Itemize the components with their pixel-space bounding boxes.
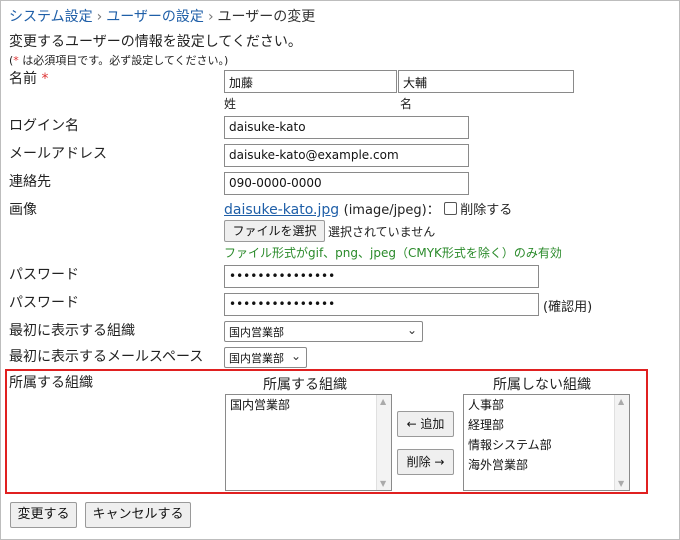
scroll-up-icon: ▲ bbox=[618, 397, 625, 406]
first-org-value: 国内営業部 bbox=[229, 326, 284, 339]
first-org-label: 最初に表示する組織 bbox=[9, 323, 135, 339]
scroll-down-icon: ▼ bbox=[380, 479, 387, 488]
member-orgs-heading: 所属する組織 bbox=[263, 377, 347, 393]
nonmember-orgs-heading: 所属しない組織 bbox=[493, 377, 591, 393]
no-file-text: 選択されていません bbox=[328, 225, 436, 239]
delete-image-label: 削除する bbox=[460, 203, 513, 218]
last-name-input[interactable]: 加藤 bbox=[224, 70, 397, 93]
list-item[interactable]: 海外営業部 bbox=[464, 455, 629, 475]
contact-label: 連絡先 bbox=[9, 174, 51, 190]
last-name-caption: 姓 bbox=[224, 97, 237, 111]
email-input[interactable]: daisuke-kato@example.com bbox=[224, 144, 469, 167]
image-label: 画像 bbox=[9, 202, 37, 218]
first-name-input[interactable]: 大輔 bbox=[398, 70, 574, 93]
nonmember-orgs-list[interactable]: 人事部 経理部 情報システム部 海外営業部 ▲ ▼ bbox=[463, 394, 630, 491]
cancel-button[interactable]: キャンセルする bbox=[85, 502, 191, 528]
required-mark: * bbox=[41, 71, 49, 87]
chevron-down-icon: ⌄ bbox=[406, 323, 417, 337]
first-name-caption: 名 bbox=[400, 97, 413, 111]
add-org-button[interactable]: ← 追加 bbox=[397, 411, 454, 437]
image-file-type: (image/jpeg)： bbox=[343, 203, 440, 218]
image-file-link[interactable]: daisuke-kato.jpg bbox=[224, 202, 339, 218]
scroll-up-icon: ▲ bbox=[380, 397, 387, 406]
login-label: ログイン名 bbox=[9, 118, 79, 134]
first-mail-space-value: 国内営業部 bbox=[229, 352, 284, 365]
first-org-select[interactable]: 国内営業部 ⌄ bbox=[224, 321, 423, 342]
breadcrumb-current: ユーザーの変更 bbox=[217, 9, 316, 25]
image-format-note: ファイル形式がgif、png、jpeg（CMYK形式を除く）のみ有効 bbox=[224, 246, 562, 260]
list-item[interactable]: 人事部 bbox=[464, 395, 629, 415]
scrollbar[interactable]: ▲ ▼ bbox=[376, 395, 391, 490]
scrollbar[interactable]: ▲ ▼ bbox=[614, 395, 629, 490]
member-orgs-list[interactable]: 国内営業部 ▲ ▼ bbox=[225, 394, 392, 491]
choose-file-button[interactable]: ファイルを選択 bbox=[224, 220, 325, 242]
list-item[interactable]: 情報システム部 bbox=[464, 435, 629, 455]
delete-image-checkbox[interactable] bbox=[444, 202, 458, 215]
submit-button[interactable]: 変更する bbox=[10, 502, 77, 528]
breadcrumb-separator: › bbox=[96, 9, 103, 25]
image-file-row: daisuke-kato.jpg (image/jpeg)： 削除する bbox=[224, 199, 512, 218]
first-mail-space-label: 最初に表示するメールスペース bbox=[9, 349, 204, 365]
name-label: 名前 * bbox=[9, 71, 49, 87]
required-note: (* は必須項目です。必ず設定してください。) bbox=[9, 52, 228, 68]
password-confirm-input[interactable]: ••••••••••••••• bbox=[224, 293, 539, 316]
intro-text: 変更するユーザーの情報を設定してください。 bbox=[9, 34, 302, 50]
password-confirm-label: パスワード bbox=[9, 295, 79, 311]
chevron-down-icon: ⌄ bbox=[290, 349, 301, 363]
orgs-label: 所属する組織 bbox=[9, 375, 93, 391]
password-label: パスワード bbox=[9, 267, 79, 283]
password-input[interactable]: ••••••••••••••• bbox=[224, 265, 539, 288]
remove-org-button[interactable]: 削除 → bbox=[397, 449, 454, 475]
required-note-text: は必須項目です。必ず設定してください。) bbox=[18, 54, 229, 67]
first-mail-space-select[interactable]: 国内営業部 ⌄ bbox=[224, 347, 307, 368]
login-input[interactable]: daisuke-kato bbox=[224, 116, 469, 139]
scroll-down-icon: ▼ bbox=[618, 479, 625, 488]
breadcrumb-system-settings[interactable]: システム設定 bbox=[9, 9, 93, 25]
list-item[interactable]: 経理部 bbox=[464, 415, 629, 435]
list-item[interactable]: 国内営業部 bbox=[226, 395, 391, 415]
breadcrumb-user-settings[interactable]: ユーザーの設定 bbox=[106, 9, 204, 25]
email-label: メールアドレス bbox=[9, 146, 107, 162]
contact-input[interactable]: 090-0000-0000 bbox=[224, 172, 469, 195]
breadcrumb-separator: › bbox=[207, 9, 214, 25]
breadcrumb: システム設定 › ユーザーの設定 › ユーザーの変更 bbox=[9, 6, 315, 26]
password-confirm-suffix: (確認用) bbox=[543, 300, 593, 315]
